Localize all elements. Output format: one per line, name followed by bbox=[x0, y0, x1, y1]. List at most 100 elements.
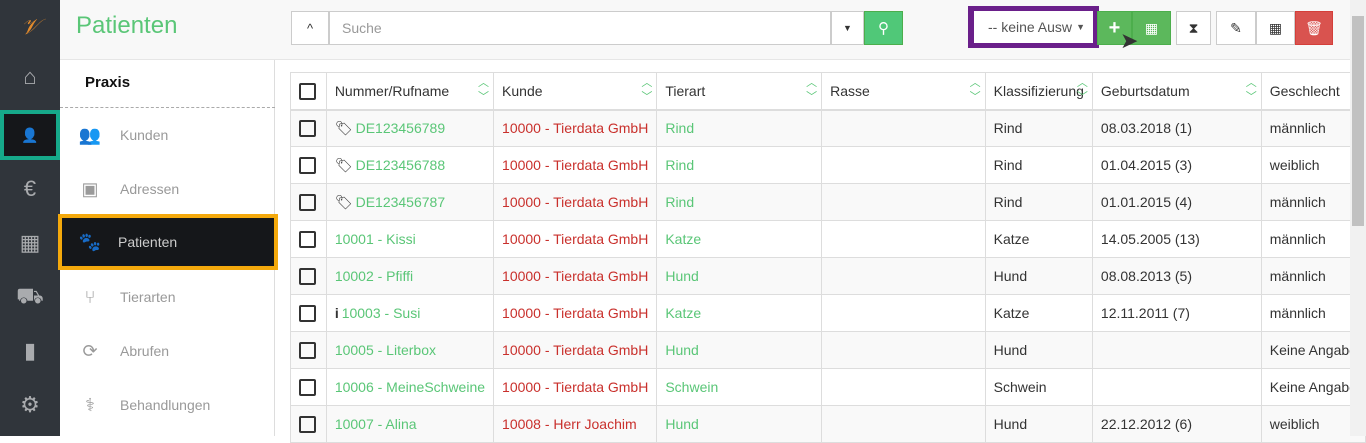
sort-icon[interactable]: ︿﹀ bbox=[970, 76, 981, 104]
cell-rasse bbox=[821, 257, 986, 295]
cell-nummer[interactable]: i 10003 - Susi bbox=[325, 294, 495, 332]
table-row[interactable]: 10002 - Pfiffi 10000 - Tierdata GmbH Hund H… bbox=[290, 257, 1366, 295]
patient-link[interactable]: 10001 - Kissi bbox=[335, 231, 416, 247]
sort-icon[interactable]: ︿﹀ bbox=[478, 76, 489, 104]
cell-kunde[interactable]: 10000 - Tierdata GmbH bbox=[493, 331, 658, 369]
cell-tierart[interactable]: Hund bbox=[656, 331, 823, 369]
submenu-item-behandlungen[interactable]: ⚕ Behandlungen bbox=[60, 378, 275, 432]
cell-tierart[interactable]: Hund bbox=[656, 405, 823, 443]
table-row[interactable]: 🏷 DE123456787 10000 - Tierdata GmbH Rind Rin… bbox=[290, 183, 1366, 221]
select-all-checkbox[interactable] bbox=[299, 82, 316, 100]
collapse-button[interactable]: ^ bbox=[291, 11, 329, 45]
code-branch-icon: ⑂ bbox=[84, 286, 96, 307]
table-row[interactable]: 🏷 DE123456789 10000 - Tierdata GmbH Rind Rin… bbox=[290, 109, 1366, 147]
column-header[interactable]: Kunde ︿ ﹀ bbox=[493, 72, 658, 111]
cell-rasse bbox=[821, 331, 986, 369]
patient-link[interactable]: 10006 - MeineSchweine bbox=[335, 379, 485, 395]
submenu-item-abrufen[interactable]: ⟳ Abrufen bbox=[60, 324, 275, 378]
column-header[interactable]: Geburtsdatum ︿ ﹀ bbox=[1091, 72, 1262, 111]
cell-tierart[interactable]: Rind bbox=[656, 109, 823, 147]
hourglass-button[interactable]: ⧗ bbox=[1176, 11, 1211, 45]
row-checkbox[interactable] bbox=[299, 156, 316, 174]
cell-tierart[interactable]: Schwein bbox=[656, 368, 823, 406]
table-row[interactable]: 10001 - Kissi 10000 - Tierdata GmbH Katze K… bbox=[290, 220, 1366, 258]
cell-nummer[interactable]: 🏷 DE123456788 bbox=[325, 146, 495, 184]
cell-geburtsdatum: 14.05.2005 (13) bbox=[1091, 220, 1262, 258]
row-select-cell bbox=[290, 294, 327, 332]
row-checkbox[interactable] bbox=[299, 120, 316, 138]
grid-button[interactable]: ▦ bbox=[1256, 11, 1295, 45]
calendar-icon[interactable]: ▦ bbox=[0, 216, 60, 270]
cell-nummer[interactable]: 🏷 DE123456787 bbox=[325, 183, 495, 221]
patient-link[interactable]: 10002 - Pfiffi bbox=[335, 268, 413, 284]
scrollbar[interactable] bbox=[1350, 0, 1366, 436]
row-checkbox[interactable] bbox=[299, 415, 316, 433]
patient-link[interactable]: DE123456788 bbox=[356, 157, 446, 173]
cell-kunde[interactable]: 10000 - Tierdata GmbH bbox=[493, 220, 658, 258]
row-checkbox[interactable] bbox=[299, 378, 316, 396]
user-doctor-icon[interactable]: 👤 bbox=[0, 110, 60, 160]
cell-nummer[interactable]: 10006 - MeineSchweine bbox=[325, 368, 495, 406]
column-header[interactable]: Rasse ︿ ﹀ bbox=[821, 72, 986, 111]
row-checkbox[interactable] bbox=[299, 267, 316, 285]
address-book-icon: ▣ bbox=[81, 178, 99, 199]
row-checkbox[interactable] bbox=[299, 304, 316, 322]
cell-kunde[interactable]: 10008 - Herr Joachim bbox=[493, 405, 658, 443]
submenu-item-tierarten[interactable]: ⑂ Tierarten bbox=[60, 270, 275, 324]
sort-icon[interactable]: ︿﹀ bbox=[1246, 76, 1257, 104]
edit-button[interactable]: ✎ bbox=[1216, 11, 1256, 45]
cell-nummer[interactable]: 10007 - Alina bbox=[325, 405, 495, 443]
patient-link[interactable]: DE123456789 bbox=[356, 120, 446, 136]
cell-kunde[interactable]: 10000 - Tierdata GmbH bbox=[493, 294, 658, 332]
submenu-item-patienten[interactable]: 🐾 Patienten bbox=[58, 214, 278, 270]
cell-kunde[interactable]: 10000 - Tierdata GmbH bbox=[493, 183, 658, 221]
home-icon[interactable]: ⌂ bbox=[0, 50, 60, 104]
gears-icon[interactable]: ⚙ bbox=[0, 378, 60, 432]
cell-nummer[interactable]: 10002 - Pfiffi bbox=[325, 257, 495, 295]
table-row[interactable]: i 10003 - Susi 10000 - Tierdata GmbH Katze K… bbox=[290, 294, 1366, 332]
patient-link[interactable]: DE123456787 bbox=[356, 194, 446, 210]
cell-kunde[interactable]: 10000 - Tierdata GmbH bbox=[493, 257, 658, 295]
column-header[interactable]: Nummer/Rufname ︿ ﹀ bbox=[325, 72, 495, 111]
cell-tierart[interactable]: Rind bbox=[656, 183, 823, 221]
sort-icon[interactable]: ︿﹀ bbox=[806, 76, 817, 104]
patients-table: Nummer/Rufname ︿ ﹀ Kunde ︿ ﹀ Tierart ︿ ﹀ Rasse ︿ ﹀ K… bbox=[290, 72, 1366, 443]
cell-geburtsdatum bbox=[1091, 368, 1262, 406]
table-row[interactable]: 🏷 DE123456788 10000 - Tierdata GmbH Rind Rin… bbox=[290, 146, 1366, 184]
table-row[interactable]: 10007 - Alina 10008 - Herr Joachim Hund Hun… bbox=[290, 405, 1366, 443]
cell-tierart[interactable]: Katze bbox=[656, 220, 823, 258]
cell-nummer[interactable]: 10001 - Kissi bbox=[325, 220, 495, 258]
cell-tierart[interactable]: Rind bbox=[656, 146, 823, 184]
cell-nummer[interactable]: 🏷 DE123456789 bbox=[325, 109, 495, 147]
truck-icon[interactable]: ⛟ bbox=[0, 270, 60, 324]
table-row[interactable]: 10005 - Literbox 10000 - Tierdata GmbH Hun… bbox=[290, 331, 1366, 369]
patient-link[interactable]: 10005 - Literbox bbox=[335, 342, 436, 358]
submenu-item-kunden[interactable]: 👥 Kunden bbox=[60, 108, 275, 162]
book-icon[interactable]: ▮ bbox=[0, 324, 60, 378]
cell-nummer[interactable]: 10005 - Literbox bbox=[325, 331, 495, 369]
cell-kunde[interactable]: 10000 - Tierdata GmbH bbox=[493, 146, 658, 184]
row-checkbox[interactable] bbox=[299, 193, 316, 211]
search-dropdown-button[interactable]: ▼ bbox=[831, 11, 864, 45]
column-header[interactable]: Tierart ︿ ﹀ bbox=[656, 72, 823, 111]
search-button[interactable]: ⚲ bbox=[864, 11, 903, 45]
submenu-item-adressen[interactable]: ▣ Adressen bbox=[60, 162, 275, 216]
search-input[interactable]: Suche bbox=[329, 11, 831, 45]
patient-link[interactable]: 10003 - Susi bbox=[342, 305, 421, 321]
delete-button[interactable]: 🗑 bbox=[1295, 11, 1333, 45]
row-checkbox[interactable] bbox=[299, 341, 316, 359]
sort-icon[interactable]: ︿﹀ bbox=[1077, 76, 1088, 104]
cell-rasse bbox=[821, 183, 986, 221]
euro-icon[interactable]: € bbox=[0, 162, 60, 216]
row-checkbox[interactable] bbox=[299, 230, 316, 248]
sort-icon[interactable]: ︿﹀ bbox=[641, 76, 652, 104]
scrollbar-thumb[interactable] bbox=[1352, 16, 1364, 226]
table-row[interactable]: 10006 - MeineSchweine 10000 - Tierdata Gm… bbox=[290, 368, 1366, 406]
cell-kunde[interactable]: 10000 - Tierdata GmbH bbox=[493, 368, 658, 406]
column-header[interactable]: Klassifizierung ︿ ﹀ bbox=[984, 72, 1093, 111]
cell-kunde[interactable]: 10000 - Tierdata GmbH bbox=[493, 109, 658, 147]
cell-tierart[interactable]: Katze bbox=[656, 294, 823, 332]
patient-link[interactable]: 10007 - Alina bbox=[335, 416, 417, 432]
view-select[interactable]: -- keine Ausw ▼ bbox=[974, 11, 1093, 43]
cell-tierart[interactable]: Hund bbox=[656, 257, 823, 295]
